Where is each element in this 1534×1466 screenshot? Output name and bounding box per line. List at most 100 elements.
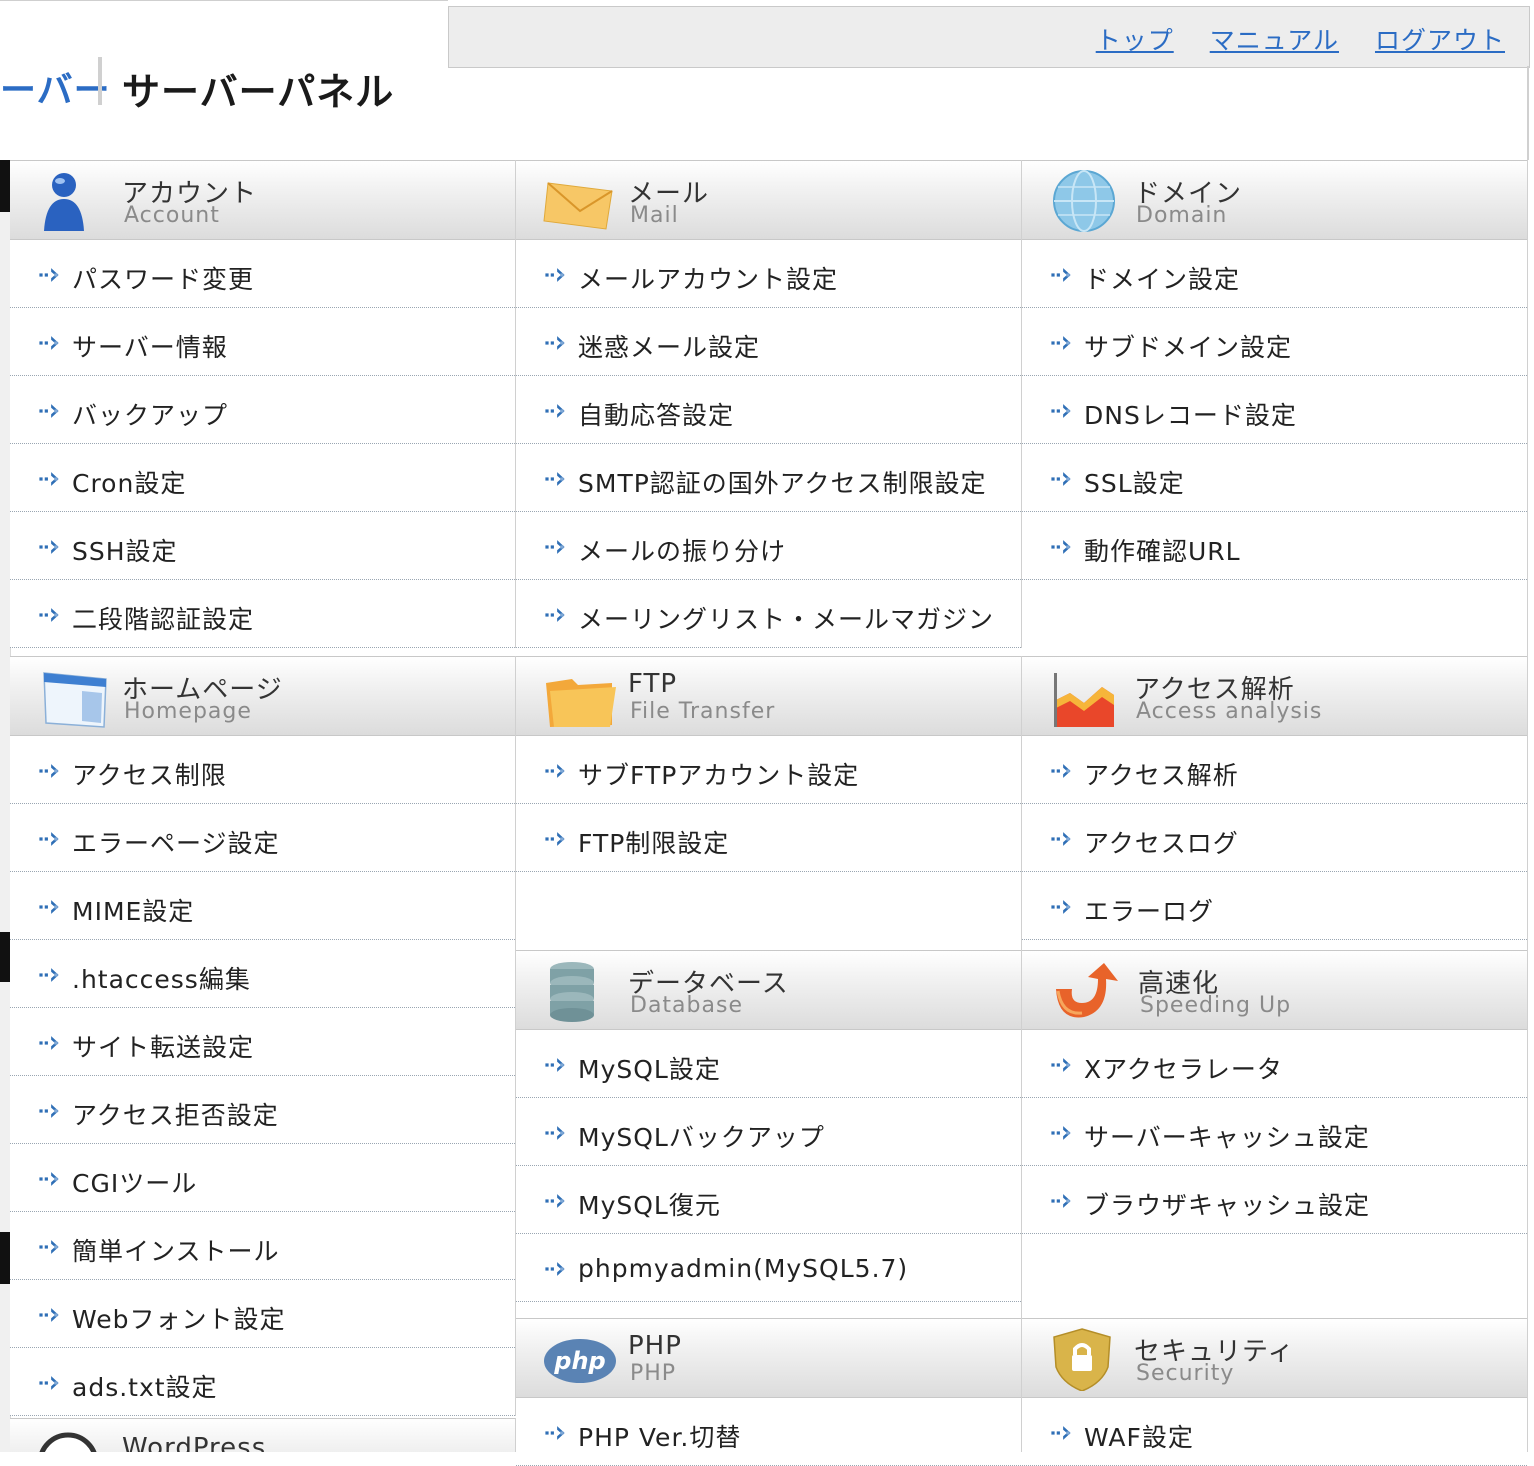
menu-item[interactable]: WAF設定 (1022, 1398, 1527, 1466)
menu-item-label: エラーページ設定 (72, 829, 280, 858)
menu-item-label: FTP制限設定 (578, 829, 730, 858)
menu-item[interactable]: 動作確認URL (1022, 512, 1527, 580)
nav-manual-link[interactable]: マニュアル (1210, 21, 1339, 57)
panel-title-jp: WordPress (122, 1433, 267, 1452)
menu-item[interactable]: エラーページ設定 (10, 804, 515, 872)
menu-item-label: CGIツール (72, 1169, 198, 1198)
menu-item-label: ads.txt設定 (72, 1373, 218, 1402)
menu-item[interactable]: FTP制限設定 (516, 804, 1021, 872)
menu-item-label: MIME設定 (72, 897, 195, 926)
panel-right-edge (1527, 66, 1529, 160)
browser-window-icon (43, 672, 107, 728)
domain-menu: ドメイン設定 サブドメイン設定 DNSレコード設定 SSL設定 動作確認URL (1022, 240, 1527, 580)
menu-item[interactable]: phpmyadmin(MySQL5.7) (516, 1234, 1021, 1302)
panel-header-security: セキュリティ Security (1022, 1318, 1527, 1398)
menu-item-label: バックアップ (72, 401, 229, 430)
menu-item-label: MySQL復元 (578, 1191, 721, 1220)
menu-item[interactable]: ブラウザキャッシュ設定 (1022, 1166, 1527, 1234)
arrow-right-icon (545, 1194, 565, 1208)
menu-item-label: .htaccess編集 (72, 965, 251, 994)
menu-item[interactable]: Webフォント設定 (10, 1280, 515, 1348)
menu-item[interactable]: アクセス制限 (10, 736, 515, 804)
menu-item[interactable]: MIME設定 (10, 872, 515, 940)
arrow-right-icon (545, 608, 565, 622)
menu-item[interactable]: SSL設定 (1022, 444, 1527, 512)
arrow-right-icon (545, 404, 565, 418)
menu-item[interactable]: SSH設定 (10, 512, 515, 580)
nav-top-link[interactable]: トップ (1096, 21, 1174, 57)
arrow-right-icon (39, 1376, 59, 1390)
panel-ftp: FTP File Transfer サブFTPアカウント設定 FTP制限設定 (516, 656, 1022, 950)
menu-item[interactable]: アクセスログ (1022, 804, 1527, 872)
panel-security: セキュリティ Security WAF設定 (1022, 1318, 1528, 1466)
folder-icon (546, 679, 616, 727)
user-icon (44, 173, 84, 231)
menu-item[interactable]: メールの振り分け (516, 512, 1021, 580)
arrow-right-icon (39, 1036, 59, 1050)
menu-item-label: MySQLバックアップ (578, 1123, 825, 1152)
envelope-icon (543, 182, 613, 230)
arrow-icon (1056, 963, 1118, 1018)
arrow-right-icon (1051, 472, 1071, 486)
homepage-menu: アクセス制限 エラーページ設定 MIME設定 .htaccess編集 サイト転送… (10, 736, 515, 1416)
menu-item[interactable]: MySQL設定 (516, 1030, 1021, 1098)
nav-logout-link[interactable]: ログアウト (1375, 21, 1505, 57)
menu-item[interactable]: Xアクセラレータ (1022, 1030, 1527, 1098)
lock-shield-icon (1053, 1328, 1111, 1391)
speed-menu: Xアクセラレータ サーバーキャッシュ設定 ブラウザキャッシュ設定 (1022, 1030, 1527, 1234)
menu-item[interactable]: DNSレコード設定 (1022, 376, 1527, 444)
menu-item-label: メーリングリスト・メールマガジン (578, 605, 995, 634)
menu-item[interactable]: バックアップ (10, 376, 515, 444)
menu-item[interactable]: 自動応答設定 (516, 376, 1021, 444)
menu-item[interactable]: メールアカウント設定 (516, 240, 1021, 308)
menu-item[interactable]: サイト転送設定 (10, 1008, 515, 1076)
menu-item-label: サブFTPアカウント設定 (578, 761, 860, 790)
menu-item[interactable]: CGIツール (10, 1144, 515, 1212)
menu-item[interactable]: MySQL復元 (516, 1166, 1021, 1234)
database-icon (550, 962, 594, 1022)
panel-header-wordpress: WordPress (10, 1418, 515, 1452)
arrow-right-icon (1051, 404, 1071, 418)
panel-header-domain: ドメイン Domain (1022, 160, 1527, 240)
menu-item[interactable]: MySQLバックアップ (516, 1098, 1021, 1166)
menu-item-label: アクセスログ (1084, 829, 1239, 858)
arrow-right-icon (545, 1058, 565, 1072)
brand-separator (98, 57, 102, 105)
panel-access-analysis: アクセス解析 Access analysis アクセス解析 アクセスログ エラー… (1022, 656, 1528, 950)
menu-item[interactable]: 簡単インストール (10, 1212, 515, 1280)
arrow-right-icon (39, 900, 59, 914)
menu-item[interactable]: サブFTPアカウント設定 (516, 736, 1021, 804)
menu-item[interactable]: エラーログ (1022, 872, 1527, 940)
menu-item[interactable]: サーバー情報 (10, 308, 515, 376)
menu-item[interactable]: アクセス拒否設定 (10, 1076, 515, 1144)
page-title: サーバーパネル (122, 70, 395, 114)
menu-item[interactable]: .htaccess編集 (10, 940, 515, 1008)
panel-header-access-analysis: アクセス解析 Access analysis (1022, 656, 1527, 736)
edge-mark (0, 932, 10, 982)
menu-item[interactable]: ads.txt設定 (10, 1348, 515, 1416)
menu-item[interactable]: 二段階認証設定 (10, 580, 515, 648)
panel-mail: メール Mail メールアカウント設定 迷惑メール設定 自動応答設定 SMTP認… (516, 160, 1022, 648)
security-menu: WAF設定 (1022, 1398, 1527, 1466)
menu-item[interactable]: SMTP認証の国外アクセス制限設定 (516, 444, 1021, 512)
menu-item[interactable]: アクセス解析 (1022, 736, 1527, 804)
arrow-right-icon (545, 1426, 565, 1440)
menu-item[interactable]: サブドメイン設定 (1022, 308, 1527, 376)
menu-item[interactable]: メーリングリスト・メールマガジン (516, 580, 1021, 648)
menu-item-label: パスワード変更 (72, 265, 255, 294)
menu-item[interactable]: PHP Ver.切替 (516, 1398, 1021, 1466)
menu-item[interactable]: 迷惑メール設定 (516, 308, 1021, 376)
panel-title-en: Speeding Up (1140, 993, 1292, 1018)
database-menu: MySQL設定 MySQLバックアップ MySQL復元 phpmyadmin(M… (516, 1030, 1021, 1302)
menu-item-label: ドメイン設定 (1084, 265, 1241, 294)
brand-logo-partial: ーバー (0, 70, 111, 111)
menu-item[interactable]: ドメイン設定 (1022, 240, 1527, 308)
arrow-right-icon (1051, 268, 1071, 282)
menu-item[interactable]: サーバーキャッシュ設定 (1022, 1098, 1527, 1166)
panel-title-en: Mail (630, 203, 679, 228)
arrow-right-icon (1051, 336, 1071, 350)
menu-item[interactable]: パスワード変更 (10, 240, 515, 308)
panel-speeding-up: 高速化 Speeding Up Xアクセラレータ サーバーキャッシュ設定 ブラウ… (1022, 950, 1528, 1320)
menu-item[interactable]: Cron設定 (10, 444, 515, 512)
php-menu: PHP Ver.切替 (516, 1398, 1021, 1466)
